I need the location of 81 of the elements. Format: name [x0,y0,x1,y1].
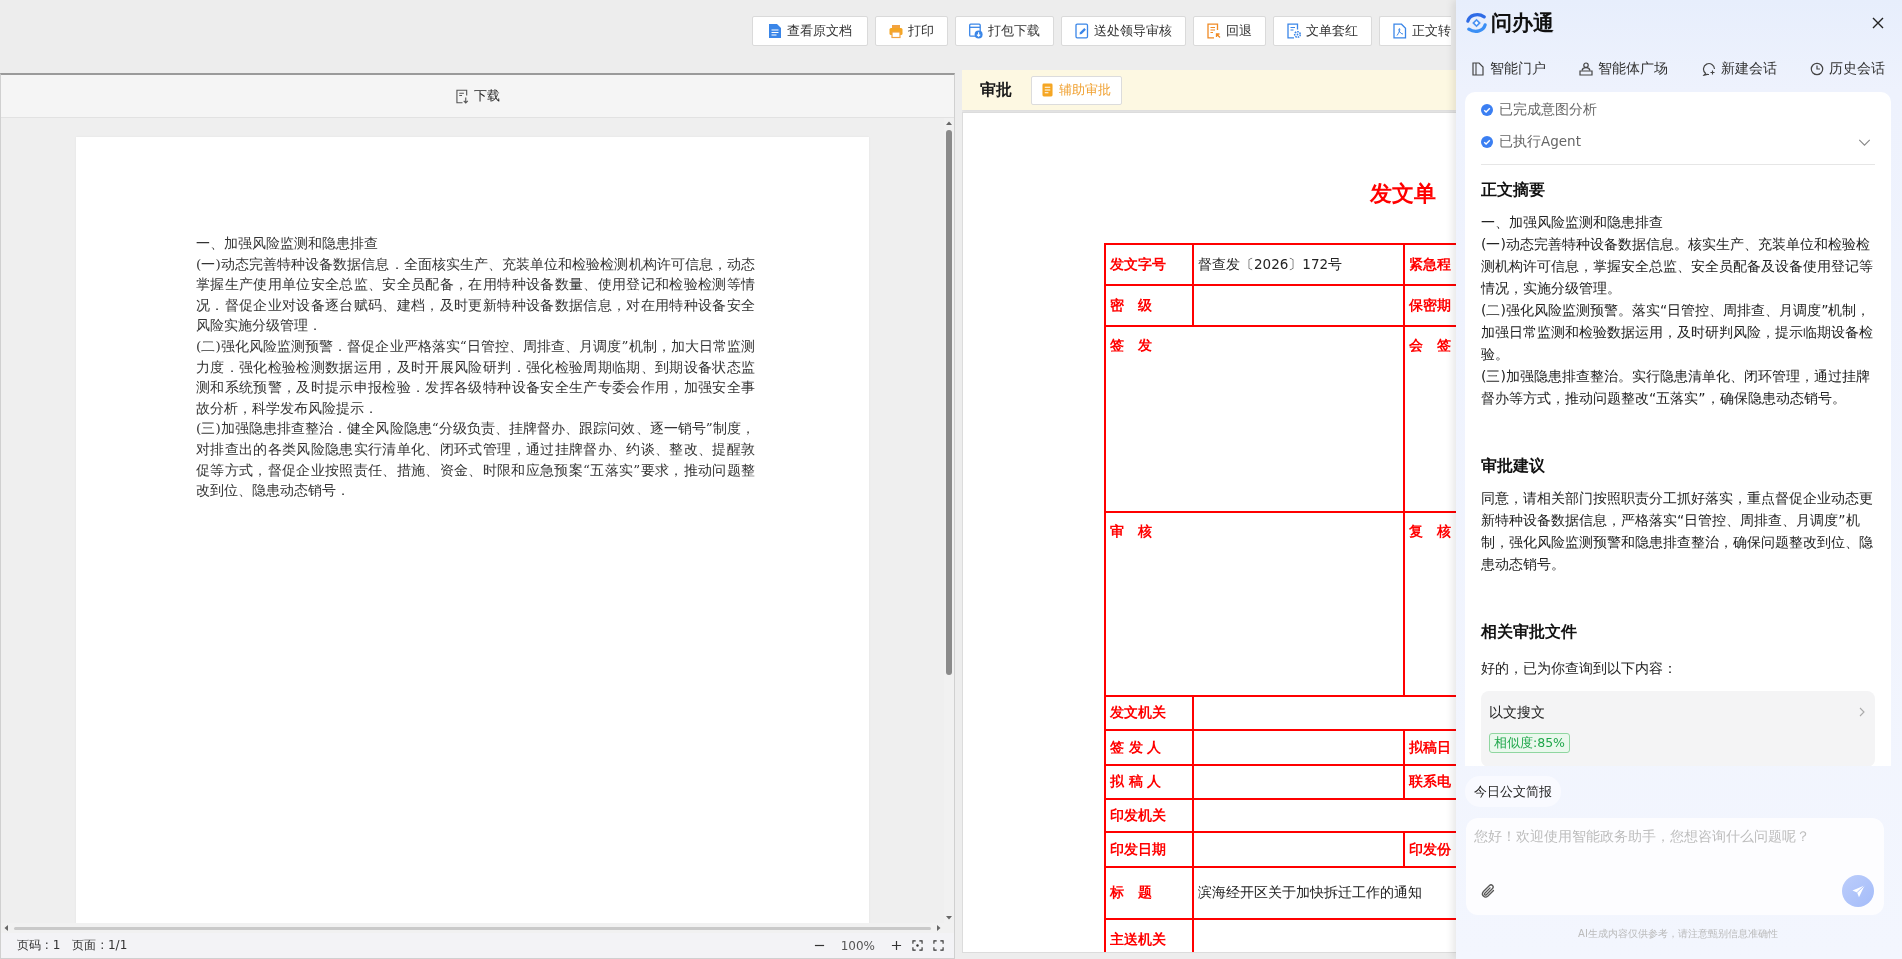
form-label: 发文字号 [1105,244,1193,285]
download-icon [969,23,983,39]
result-intro-text: 好的，已为你查询到以下内容： [1481,659,1678,678]
return-document-icon [1207,23,1221,39]
quick-action-chip[interactable]: 今日公文简报 [1465,776,1561,807]
nav-item[interactable]: 历史会话 [1810,60,1885,78]
toolbar-button[interactable]: 正文转 [1379,16,1451,46]
message-input[interactable]: 您好！欢迎使用智能政务助手，您想咨询什么问题呢？ [1474,828,1874,875]
form-label: 复 核 [1409,523,1451,539]
zoom-in-button[interactable] [891,940,902,951]
clock-icon [1810,62,1824,76]
page-number-text: 页码 : 1 [17,937,61,954]
section-paragraph: (二)强化风险监测预警。落实“日管控、周排查、月调度”机制，加强日常监测和检验数据运用，及时研判风险，提示临期设备检验。 [1481,301,1874,364]
toolbar-button[interactable]: 查看原文档 [752,16,868,46]
nav-item[interactable]: 新建会话 [1701,60,1777,78]
download-button[interactable]: 下载 [452,85,503,107]
plus-icon [891,940,902,951]
paperclip-icon [1480,883,1496,899]
scrollbar-thumb[interactable] [946,130,952,675]
chevron-right-icon [1859,707,1865,717]
section-title: 相关审批文件 [1481,621,1578,643]
section-paragraph: 同意，请相关部门按照职责分工抓好落实，重点督促企业动态更新特种设备数据信息，严格落实“日管控、周排查、月调度”机制，强化风险监测预警和隐患排查整治，确保问题整改到位、隐患动态销号。 [1481,489,1874,574]
section-title: 审批建议 [1481,455,1546,477]
document-icon [1471,62,1485,76]
close-button[interactable] [1872,17,1884,29]
toolbar-button[interactable]: 送处领导审核 [1061,16,1186,46]
section-paragraph: 一、加强风险监测和隐患排查 [1481,213,1664,232]
similarity-badge: 相似度:85% [1489,733,1570,753]
result-title: 以文搜文 [1489,703,1545,722]
form-field: 督查发〔2026〕172号 [1193,244,1404,285]
fullscreen-button[interactable] [933,940,944,951]
edit-document-icon [1075,23,1089,39]
nav-item[interactable]: 智能门户 [1471,60,1546,78]
document-paragraph: (三)加强隐患排查整治．健全风险隐患“分级负责、挂牌督办、跟踪问效、逐一销号”制度，对排查出的各类风险隐患实行清单化、闭环式管理，通过挂牌督办、约谈、整改、提醒敦促等方式，督促企业按照责任、措施、资金、时限和应急预案“五落实”要求，推动问题整改到位、隐患动态销号． [196,419,755,501]
zoom-level-text: 100% [840,938,875,953]
document-icon [768,23,782,39]
printer-icon [889,23,903,39]
form-label: 密 级 [1105,285,1193,326]
document-heading: 一、加强风险监测和隐患排查 [196,234,379,253]
form-label: 会 签 [1409,337,1451,353]
toolbar-button[interactable]: 文单套红 [1273,16,1372,46]
approval-title: 审批 [980,79,1012,101]
app-title: 问办通 [1491,10,1554,37]
toolbar-button[interactable]: 回退 [1193,16,1266,46]
pdf-document-icon [1393,23,1407,39]
form-label: 签 发 [1110,337,1152,353]
form-label: 签 发 人 [1105,730,1193,765]
result-card[interactable]: 以文搜文 相似度:85% [1481,691,1875,766]
download-icon [455,88,469,104]
form-label: 拟 稿 人 [1105,765,1193,799]
document-icon [1042,83,1053,97]
form-title: 发文单 [1370,180,1436,208]
step-label: 已执行Agent [1499,133,1581,151]
fit-screen-icon [912,940,923,951]
section-paragraph: (一)动态完善特种设备数据信息。核实生产、充装单位和检验检测机构许可信息，掌握安全总监、安全员配备及设备使用登记等情况，实施分级管理。 [1481,235,1874,298]
form-label: 发文机关 [1105,696,1193,730]
close-icon [1872,17,1884,29]
page-count-text: 页面 : 1/1 [72,937,128,954]
form-label: 印发日期 [1105,832,1193,867]
nav-item[interactable]: 智能体广场 [1579,60,1669,78]
section-title: 正文摘要 [1481,179,1546,201]
toolbar-button[interactable]: 打包下载 [955,16,1054,46]
toolbar-button[interactable]: 打印 [875,16,948,46]
chevron-icon[interactable] [1858,138,1871,146]
form-label: 审 核 [1110,523,1152,539]
logo-icon [1465,12,1488,34]
document-gear-icon [1287,23,1301,39]
fit-page-button[interactable] [912,940,923,951]
section-paragraph: (三)加强隐患排查整治。实行隐患清单化、闭环管理，通过挂牌督办等方式，推动问题整改“五落实”，确保隐患动态销号。 [1481,367,1871,408]
fullscreen-icon [933,940,944,951]
form-label: 印发机关 [1105,799,1193,832]
chat-add-icon [1701,62,1716,76]
step-label: 已完成意图分析 [1499,101,1597,119]
form-label: 主送机关 [1105,919,1193,952]
message-box[interactable]: 您好！欢迎使用智能政务助手，您想咨询什么问题呢？ [1466,818,1884,915]
paper-plane-icon [1850,883,1866,899]
form-label: 标 题 [1105,867,1193,919]
person-desk-icon [1579,62,1594,76]
document-paragraph: (一)动态完善特种设备数据信息．全面核实生产、充装单位和检验检测机构许可信息，动态掌握生产使用单位安全总监、安全员配备，在用特种设备数量、使用登记和检验检测等情况．督促企业对设备逐台赋码、建档，及时更新特种设备数据信息，对在用特种设备安全风险实施分级管理． [196,254,755,336]
document-paragraph: (二)强化风险监测预警．督促企业严格落实“日管控、周排查、月调度”机制，加大日常监测力度．强化检验检测数据运用，及时开展风险研判．强化检验周期临期、到期设备状态监测和系统预警，及时提示申报检验．发挥各级特种设备安全生产专委会作用，加强安全事故分析，科学发布风险提示． [196,336,755,418]
scrollbar-thumb[interactable] [14,926,931,930]
